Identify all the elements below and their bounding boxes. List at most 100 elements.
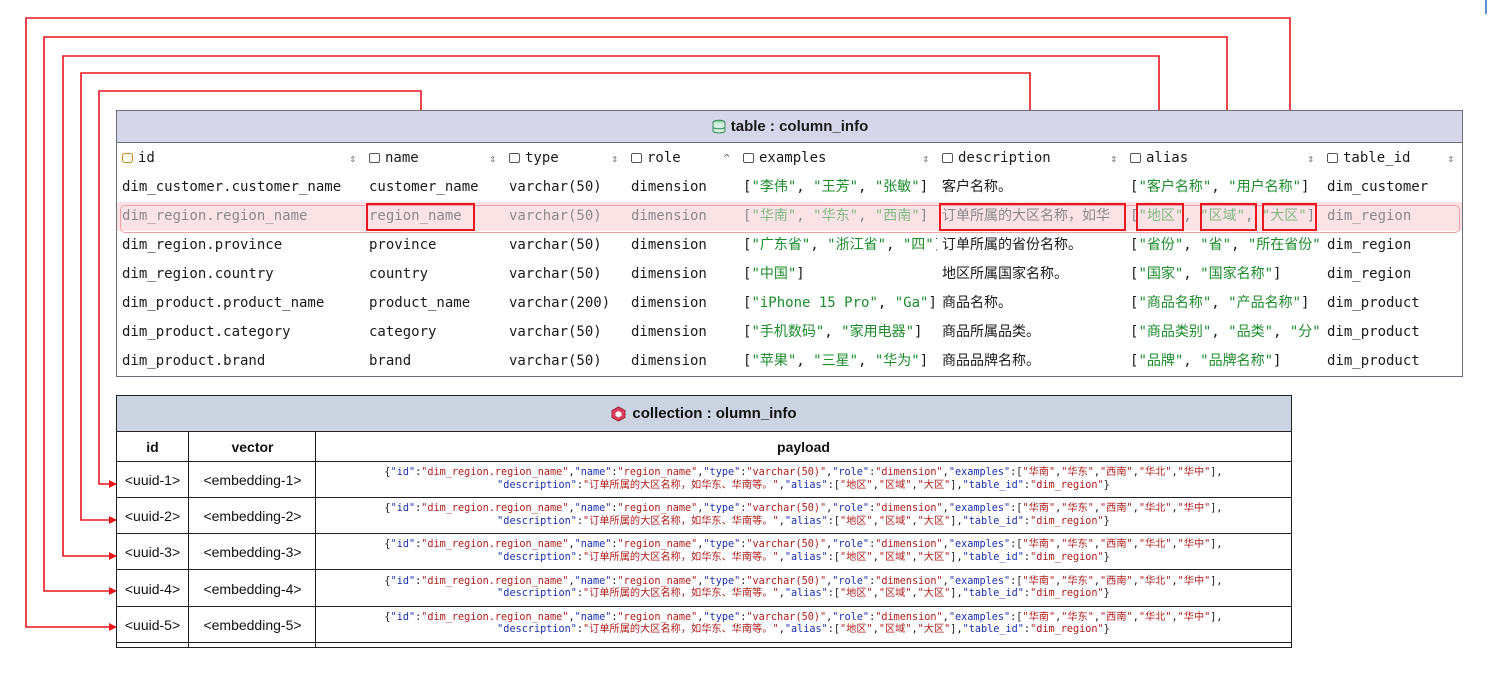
column-header-label: table_id (1343, 150, 1411, 166)
column-header-role[interactable]: role ^ (626, 144, 738, 173)
separator: , (1183, 353, 1201, 369)
sort-icon: ⇕ (349, 152, 356, 165)
payload-value: "region_name" (617, 503, 698, 515)
payload-key: "table_id" (962, 479, 1024, 491)
cell-name: customer_name (369, 179, 479, 195)
table-row[interactable]: dim_customer.customer_name customer_name v… (117, 173, 1462, 202)
cell-examples: ["华南", "华东", "西南"] (738, 202, 937, 231)
array-item: "西南" (874, 208, 920, 224)
cell-description: 订单所属的大区名称，如华 (942, 208, 1110, 224)
payload-value: "地区" (840, 551, 873, 563)
sort-icon: ⇕ (1110, 152, 1117, 165)
bracket: ] (914, 324, 923, 340)
column-divider (188, 432, 189, 648)
table-row[interactable]: dim_product.brand brand varchar(50) dimensi… (117, 347, 1462, 376)
collection-vector-cell: <embedding-2> (189, 498, 316, 535)
payload-value: "订单所属的大区名称，如华东、华南等。" (583, 624, 779, 636)
column-header-id[interactable]: id ⇕ (117, 144, 364, 173)
table-row[interactable]: dim_region.region_name region_name varchar… (117, 202, 1462, 231)
payload-value: "区域" (878, 479, 912, 491)
column-header-name[interactable]: name ⇕ (364, 144, 504, 173)
cell-examples: ["苹果", "三星", "华为"] (738, 347, 937, 376)
payload-key: "description" (497, 479, 577, 491)
payload-value: "region_name" (617, 467, 698, 478)
column-header-description[interactable]: description ⇕ (937, 144, 1125, 173)
sort-icon: ⇕ (922, 152, 929, 165)
bracket: ] (919, 208, 929, 224)
cell-examples: ["中国"] (738, 260, 937, 289)
cell-name: province (369, 237, 437, 253)
cell-alias: ["省份", "省", "所在省份"] (1125, 231, 1322, 260)
array-item: "华为" (874, 353, 920, 369)
cell-id: dim_region.region_name (122, 208, 308, 224)
payload-key: "id" (390, 611, 416, 623)
payload-value: "dimension" (875, 539, 943, 551)
column-header-examples[interactable]: examples ⇕ (738, 144, 937, 173)
bracket: ] (928, 295, 937, 311)
payload-value: "华中" (1177, 503, 1211, 515)
array-item: "家用电器" (841, 324, 915, 340)
array-item: "所在省份" (1247, 237, 1321, 253)
column-header-label: type (525, 150, 559, 166)
payload-line-2: "description":"订单所属的大区名称，如华东、华南等。","alia… (316, 516, 1291, 529)
payload-brace: } (1103, 551, 1110, 563)
column-header-label: role (647, 150, 681, 166)
collection-title-bar: collection : olumn_info (117, 396, 1291, 432)
array-item: "四" (902, 237, 934, 253)
payload-line-1: {"id":"dim_region.region_name","name":"r… (316, 576, 1291, 589)
payload-brace: } (1103, 515, 1110, 527)
sort-icon: ^ (723, 152, 730, 165)
table-row[interactable]: dim_product.product_name product_name varc… (117, 289, 1462, 318)
collection-payload-cell: {"id":"dim_region.region_name","name":"r… (316, 571, 1291, 607)
cell-id: dim_product.category (122, 324, 291, 340)
cell-id: dim_product.product_name (122, 295, 325, 311)
array-item: "Ga" (894, 295, 929, 311)
array-item: "区域" (1200, 208, 1246, 224)
column-header-label: id (138, 150, 155, 166)
payload-key: "type" (703, 503, 741, 515)
payload-key: "alias" (784, 551, 828, 563)
payload-key: "role" (832, 611, 870, 623)
key-column-icon (122, 153, 133, 163)
database-icon (712, 119, 726, 133)
separator: , (1183, 266, 1201, 282)
payload-value: "华东" (1061, 575, 1094, 587)
payload-key: "examples" (948, 611, 1011, 623)
payload-value: "dimension" (875, 503, 943, 515)
payload-value: "华东" (1061, 467, 1094, 478)
table-row[interactable]: dim_region.country country varchar(50) dime… (117, 260, 1462, 289)
payload-key: "type" (703, 611, 741, 623)
array-item: "国家" (1138, 266, 1184, 282)
column-header-table_id[interactable]: table_id ⇕ (1322, 144, 1462, 173)
table-row[interactable]: dim_region.province province varchar(50) di… (117, 231, 1462, 260)
payload-line-2: "description":"订单所属的大区名称，如华东、华南等。","alia… (316, 588, 1291, 601)
payload-value: "地区" (840, 515, 873, 527)
header-id: id (117, 432, 188, 462)
payload-key: "role" (832, 467, 870, 478)
payload-value: "dim_region.region_name" (421, 503, 569, 515)
column-header-label: name (385, 150, 419, 166)
table-title: table : column_info (730, 118, 869, 135)
payload-key: "name" (574, 539, 612, 551)
payload-line-2: "description":"订单所属的大区名称，如华东、华南等。","alia… (316, 552, 1291, 565)
table-row[interactable]: dim_product.category category varchar(50) d… (117, 318, 1462, 347)
cell-description: 客户名称。 (942, 179, 1012, 195)
column-header-type[interactable]: type ⇕ (504, 144, 626, 173)
payload-value: "地区" (840, 624, 873, 636)
cell-description: 商品品牌名称。 (942, 353, 1040, 369)
separator: , (1183, 237, 1201, 253)
separator: , (796, 179, 814, 195)
cell-description: 地区所属国家名称。 (942, 266, 1068, 282)
payload-key: "role" (832, 503, 870, 515)
payload-value: "华中" (1177, 539, 1211, 551)
payload-value: "dim_region" (1030, 588, 1104, 600)
payload-value: "地区" (840, 479, 873, 491)
cell-type: varchar(50) (509, 179, 602, 195)
payload-key: "type" (703, 575, 741, 587)
payload-value: "华北" (1138, 503, 1172, 515)
column-header-alias[interactable]: alias ⇕ (1125, 144, 1322, 173)
array-item: "商品类别" (1138, 324, 1212, 340)
payload-key: "id" (390, 575, 416, 587)
array-item: "华南" (751, 208, 797, 224)
separator: , (796, 353, 814, 369)
